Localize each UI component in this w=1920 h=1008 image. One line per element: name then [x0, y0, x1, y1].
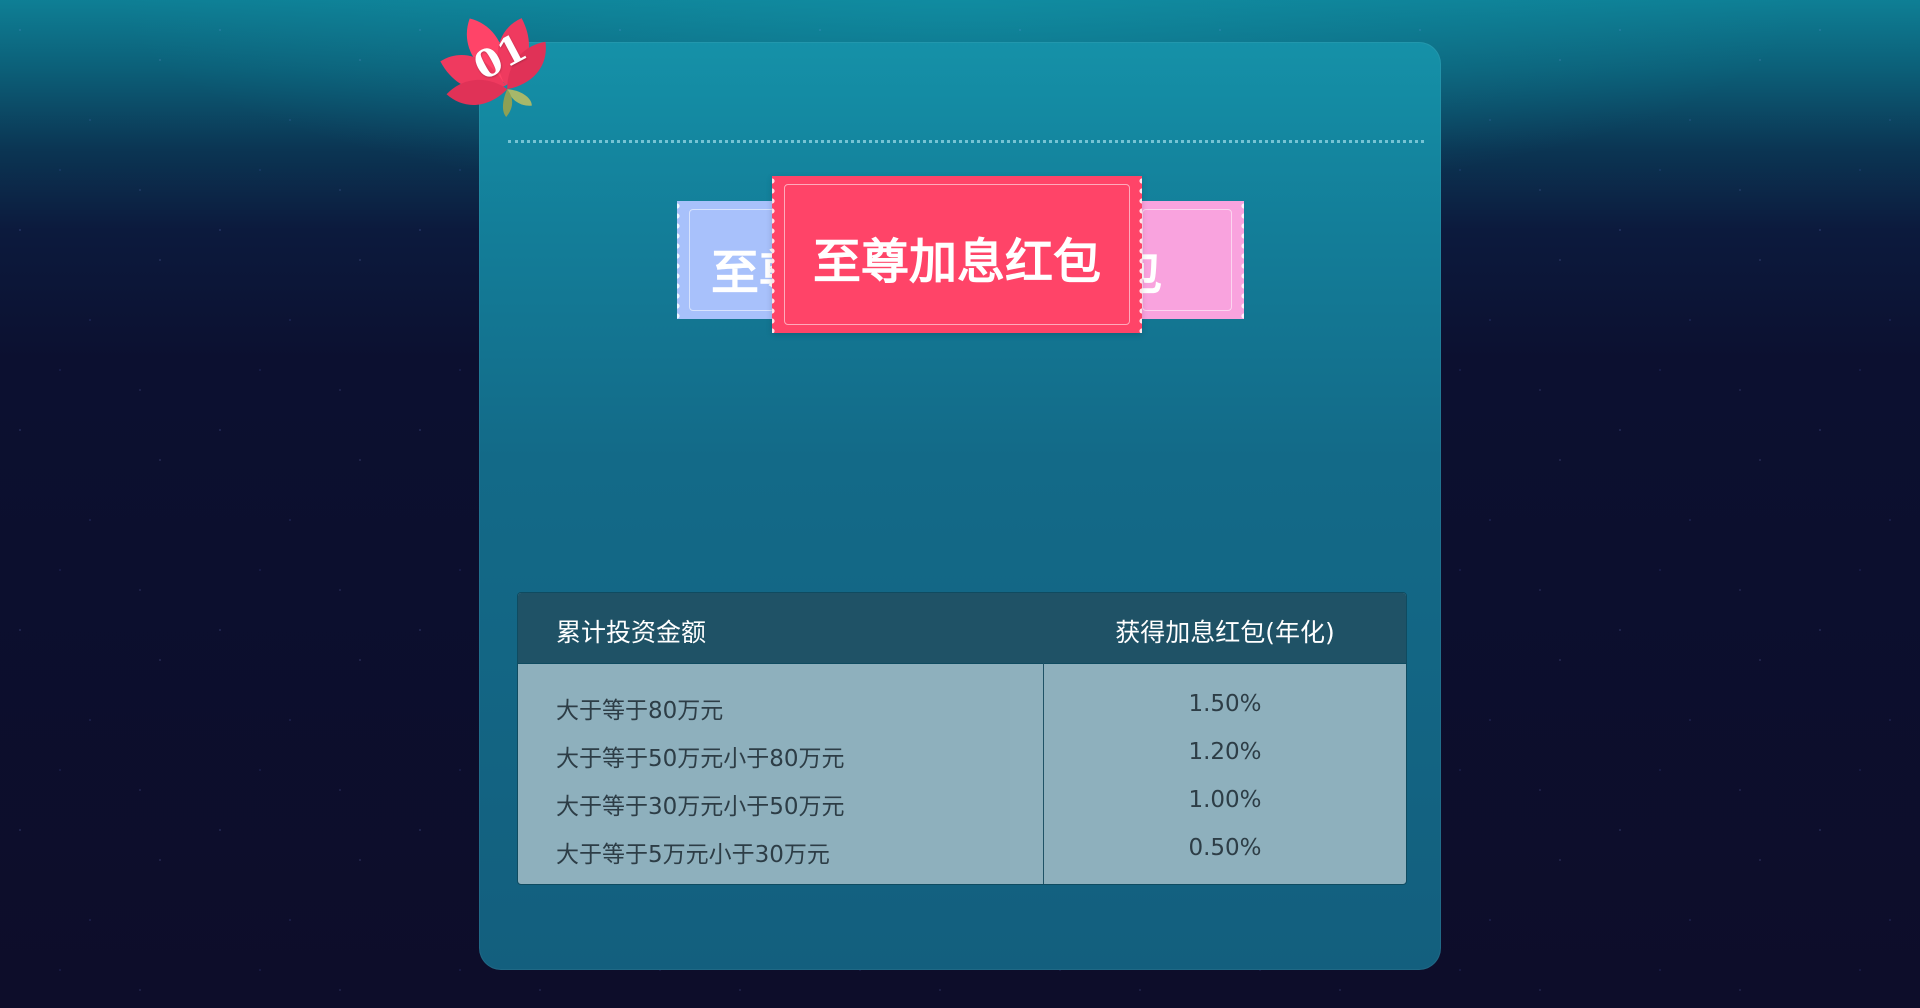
ticket-main-label: 至尊加息红包 [812, 234, 1101, 290]
table-row: 大于等于5万元小于30万元 0.50% [518, 829, 1406, 877]
table-row: 大于等于30万元小于50万元 1.00% [518, 781, 1406, 829]
header-amount: 累计投资金额 [556, 618, 707, 647]
row-amount: 大于等于30万元小于50万元 [556, 794, 845, 820]
row-amount: 大于等于5万元小于30万元 [556, 842, 830, 868]
ticket-left[interactable]: 至尊 [677, 201, 787, 319]
table-header: 累计投资金额 获得加息红包(年化) [518, 593, 1406, 664]
ticket-edge [677, 201, 681, 319]
table-row: 大于等于50万元小于80万元 1.20% [518, 733, 1406, 781]
row-rate: 0.50% [1188, 835, 1262, 861]
table-row: 大于等于80万元 1.50% [518, 685, 1406, 733]
row-rate: 1.50% [1188, 691, 1262, 717]
header-rate: 获得加息红包(年化) [1115, 618, 1335, 647]
row-rate: 1.20% [1188, 739, 1262, 765]
row-rate: 1.00% [1188, 787, 1262, 813]
reward-table: 累计投资金额 获得加息红包(年化) 大于等于80万元 1.50% 大于等于50万… [517, 592, 1407, 885]
table-body: 大于等于80万元 1.50% 大于等于50万元小于80万元 1.20% 大于等于… [518, 685, 1406, 877]
ticket-main[interactable]: 至尊加息红包 [772, 176, 1142, 333]
row-amount: 大于等于50万元小于80万元 [556, 746, 845, 772]
ticket-edge [1240, 201, 1244, 319]
flower-badge: 01 [434, 6, 564, 121]
dotted-divider [508, 140, 1424, 143]
ticket-right[interactable]: 红包 [1130, 201, 1244, 319]
row-amount: 大于等于80万元 [556, 698, 724, 724]
